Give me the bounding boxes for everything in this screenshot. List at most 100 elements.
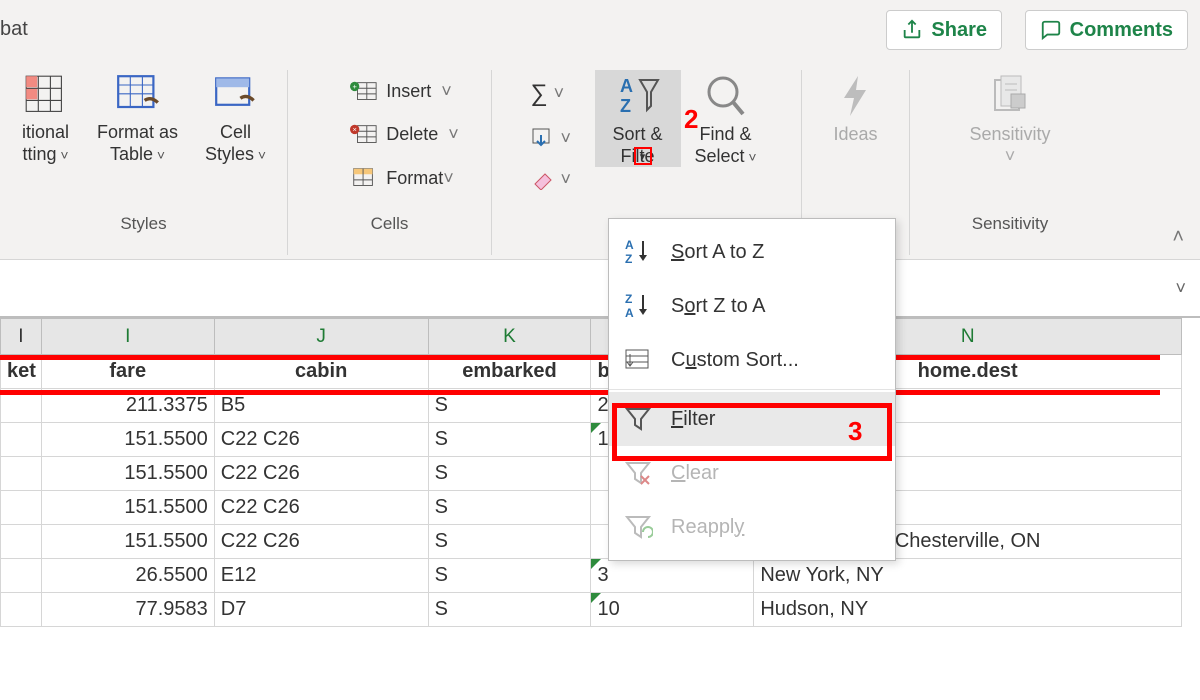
format-as-table-button[interactable]: Format asTable [84, 70, 192, 165]
cell-embarked[interactable]: S [428, 525, 591, 559]
tab-label-partial[interactable]: bat [0, 18, 28, 41]
group-sensitivity: Sensitivity˅ Sensitivity [910, 70, 1110, 255]
cell[interactable] [1, 423, 42, 457]
hdr-embarked[interactable]: embarked [428, 355, 591, 389]
column-headers-row: I I J K L N [1, 319, 1182, 355]
group-label-sensitivity: Sensitivity [972, 210, 1049, 236]
collapse-ribbon-icon[interactable]: ˄ [1172, 226, 1184, 249]
cell-cabin[interactable]: C22 C26 [214, 457, 428, 491]
cell-embarked[interactable]: S [428, 593, 591, 627]
cell-fare[interactable]: 26.5500 [41, 559, 214, 593]
cell-embarked[interactable]: S [428, 559, 591, 593]
cell-styles-label-1: Cell [220, 122, 251, 142]
sort-za-icon: ZA [623, 291, 653, 321]
col-header-J[interactable]: J [214, 319, 428, 355]
table-row[interactable]: 26.5500E12S3New York, NY [1, 559, 1182, 593]
ribbon-groups: itionaltting Format asTable CellStyles S… [0, 70, 1200, 255]
spreadsheet-table[interactable]: I I J K L N ket fare cabin embarked bo h… [0, 318, 1182, 627]
hdr-ket[interactable]: ket [1, 355, 42, 389]
insert-button[interactable]: + Insert ˅ [350, 80, 459, 104]
cell-fare[interactable]: 151.5500 [41, 525, 214, 559]
cell-cabin[interactable]: D7 [214, 593, 428, 627]
lightning-icon [836, 74, 876, 120]
menu-sort-a-to-z[interactable]: AZ Sort A to Z [609, 225, 895, 279]
menu-custom-sort[interactable]: Cuustom Sort...stom Sort... [609, 333, 895, 387]
cell-embarked[interactable]: S [428, 457, 591, 491]
hdr-cabin[interactable]: cabin [214, 355, 428, 389]
format-as-table-label-2: Table [110, 144, 153, 164]
col-header-K[interactable]: K [428, 319, 591, 355]
cell[interactable] [1, 457, 42, 491]
sensitivity-button[interactable]: Sensitivity˅ [945, 70, 1075, 167]
cell-fare[interactable]: 77.9583 [41, 593, 214, 627]
svg-text:Z: Z [620, 96, 631, 116]
cell-fare[interactable]: 151.5500 [41, 457, 214, 491]
delete-button[interactable]: × Delete ˅ [350, 123, 459, 147]
reapply-text: Reappl [671, 516, 734, 538]
cell-boat[interactable]: 3 [591, 559, 754, 593]
svg-text:+: + [353, 82, 357, 91]
cell-fare[interactable]: 151.5500 [41, 491, 214, 525]
table-row[interactable]: 77.9583D7S10Hudson, NY [1, 593, 1182, 627]
autosum-button[interactable]: ∑˅ [531, 80, 587, 108]
comments-label: Comments [1070, 19, 1173, 42]
cell-styles-button[interactable]: CellStyles [192, 70, 280, 165]
ideas-button[interactable]: Ideas [808, 70, 904, 146]
cell[interactable] [1, 389, 42, 423]
format-icon [350, 166, 378, 190]
table-row[interactable]: 211.3375B5S2 [1, 389, 1182, 423]
cell-home[interactable]: New York, NY [754, 559, 1182, 593]
format-button[interactable]: Format ˅ [350, 166, 459, 190]
comment-icon [1040, 19, 1062, 41]
grid: 1 I I J K L N ket fare cabin embarked bo… [0, 318, 1200, 627]
hdr-fare[interactable]: fare [41, 355, 214, 389]
conditional-formatting-button[interactable]: itionaltting [8, 70, 84, 165]
share-button[interactable]: Share [886, 10, 1002, 50]
formula-bar[interactable]: ˅ [0, 260, 1200, 318]
cell-fare[interactable]: 151.5500 [41, 423, 214, 457]
insert-label: Insert [386, 81, 431, 102]
svg-text:Z: Z [625, 252, 632, 266]
cell-embarked[interactable]: S [428, 389, 591, 423]
comments-button[interactable]: Comments [1025, 10, 1188, 50]
cell-embarked[interactable]: S [428, 423, 591, 457]
group-styles: itionaltting Format asTable CellStyles S… [0, 70, 288, 255]
cell[interactable] [1, 491, 42, 525]
sensitivity-label: Sensitivity [969, 124, 1050, 144]
table-row[interactable]: 151.5500C22 C26SMontreal, PQ / Chestervi… [1, 525, 1182, 559]
format-as-table-icon [116, 74, 160, 118]
sort-filter-button[interactable]: AZ Sort &Filte [595, 70, 681, 167]
ideas-label: Ideas [833, 124, 877, 144]
menu-separator [609, 389, 895, 390]
fill-button[interactable]: ˅ [531, 127, 587, 149]
menu-sort-z-to-a[interactable]: ZA Sort Z to A [609, 279, 895, 333]
cell-cabin[interactable]: C22 C26 [214, 491, 428, 525]
sort-filter-label-1: Sort & [612, 124, 662, 144]
cell[interactable] [1, 593, 42, 627]
table-row[interactable]: 151.5500C22 C26Shesterville, ON [1, 457, 1182, 491]
table-row[interactable]: 151.5500C22 C26Shesterville, ON [1, 491, 1182, 525]
group-label-styles: Styles [120, 210, 166, 236]
insert-icon: + [350, 80, 378, 104]
cell-cabin[interactable]: E12 [214, 559, 428, 593]
custom-sort-pre: C [671, 349, 685, 371]
col-header-H[interactable]: I [1, 319, 42, 355]
cell-cabin[interactable]: C22 C26 [214, 423, 428, 457]
cell-home[interactable]: Hudson, NY [754, 593, 1182, 627]
table-row[interactable]: 151.5500C22 C26S11hesterville, ON [1, 423, 1182, 457]
formula-expand-icon[interactable]: ˅ [1175, 278, 1186, 299]
cell-embarked[interactable]: S [428, 491, 591, 525]
cell-cabin[interactable]: B5 [214, 389, 428, 423]
cell-boat[interactable]: 10 [591, 593, 754, 627]
col-header-I[interactable]: I [41, 319, 214, 355]
find-select-label-1: Find & [699, 124, 751, 144]
cell[interactable] [1, 525, 42, 559]
filter-underline: F [671, 408, 683, 430]
cell[interactable] [1, 559, 42, 593]
table-header-row[interactable]: ket fare cabin embarked bo home.dest [1, 355, 1182, 389]
clear-button[interactable]: ˅ [531, 169, 587, 190]
sort-filter-dropdown-arrow[interactable] [634, 147, 652, 165]
cell-fare[interactable]: 211.3375 [41, 389, 214, 423]
cell-styles-icon [214, 74, 258, 118]
cell-cabin[interactable]: C22 C26 [214, 525, 428, 559]
